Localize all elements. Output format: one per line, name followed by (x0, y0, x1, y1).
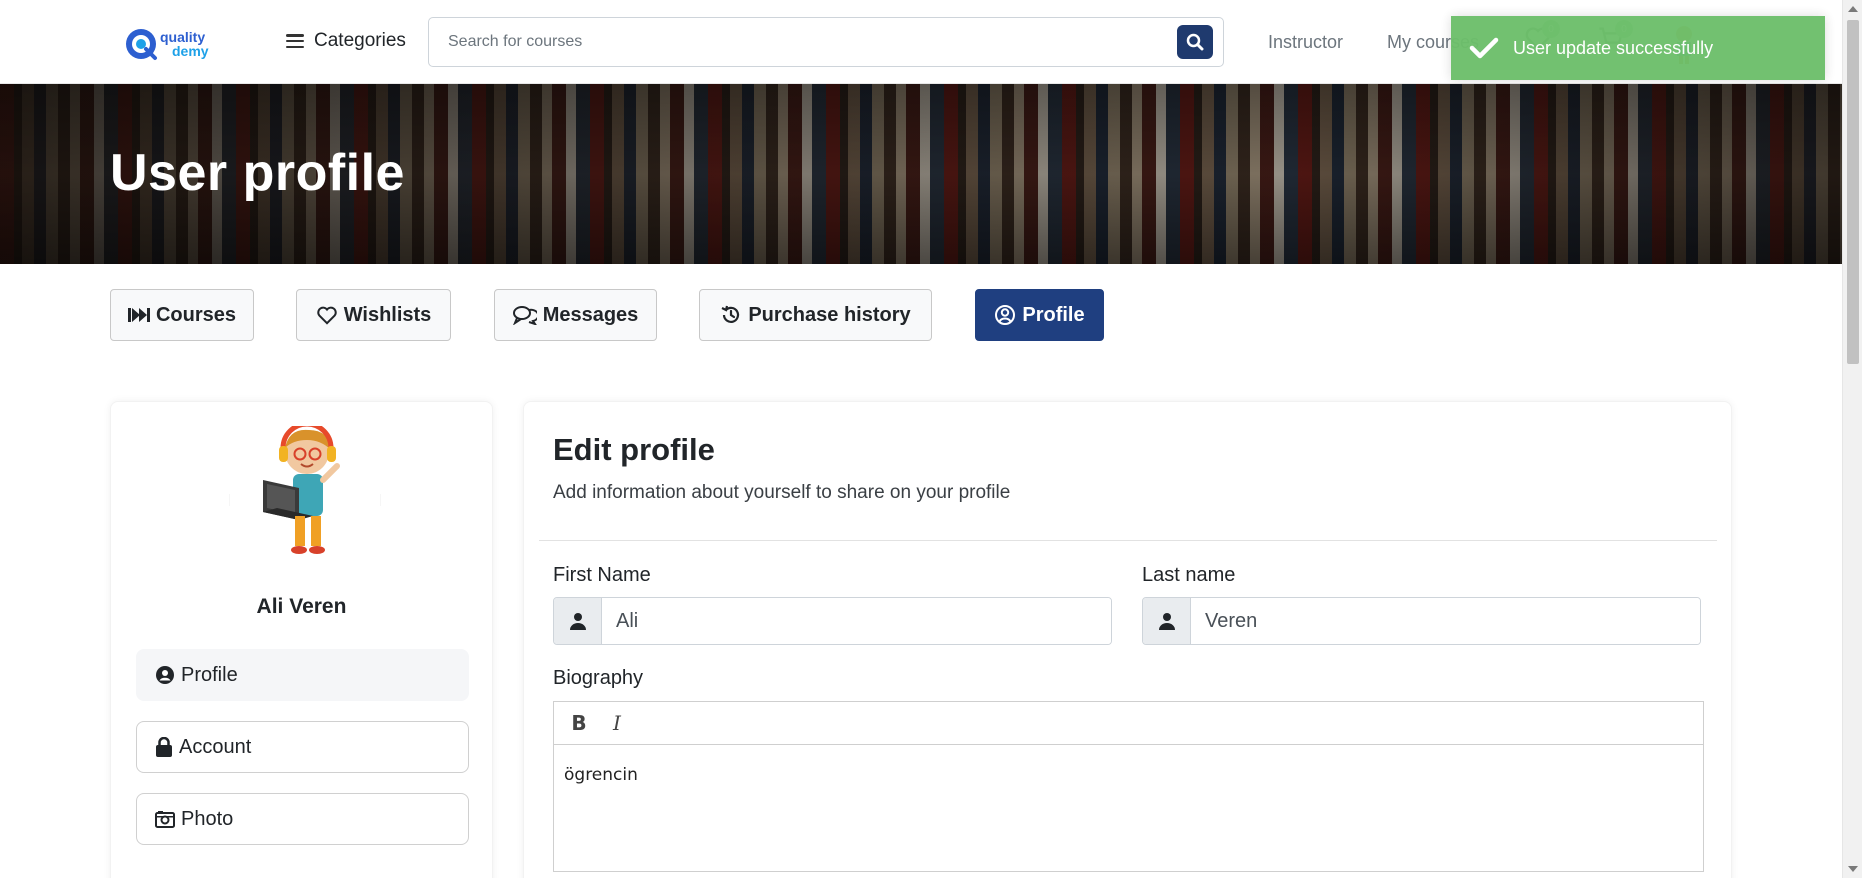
heart-icon (316, 306, 337, 325)
tab-profile[interactable]: Profile (975, 289, 1104, 341)
user-circle-icon (156, 666, 174, 684)
tab-messages-label: Messages (542, 303, 639, 326)
instructor-link[interactable]: Instructor (1268, 32, 1343, 53)
tab-courses[interactable]: Courses (110, 289, 254, 341)
last-name-field[interactable] (1191, 598, 1700, 644)
history-icon (721, 305, 740, 323)
categories-label: Categories (314, 30, 406, 51)
toast-message: User update successfully (1513, 37, 1714, 58)
italic-button[interactable]: I (602, 708, 632, 738)
last-name-label: Last name (1142, 564, 1236, 586)
page-scrollbar[interactable] (1842, 0, 1862, 878)
user-icon (554, 598, 602, 644)
search-input[interactable] (429, 18, 1169, 66)
tab-messages[interactable]: Messages (494, 289, 657, 341)
logo-icon (126, 29, 157, 60)
biography-label: Biography (553, 667, 644, 689)
profile-sidebar: Ali Veren Profile Account Photo (110, 401, 493, 878)
page-title: User profile (110, 144, 405, 202)
biography-editor[interactable]: ögrencin (553, 745, 1704, 872)
sidebar-item-photo[interactable]: Photo (136, 793, 469, 845)
hamburger-icon (286, 34, 304, 48)
section-subtitle: Add information about yourself to share … (553, 482, 1011, 503)
page-banner: User profile (0, 84, 1842, 264)
fast-forward-icon (127, 308, 150, 322)
success-toast[interactable]: User update successfully (1451, 16, 1825, 80)
first-name-label: First Name (553, 564, 651, 586)
tab-profile-label: Profile (1022, 303, 1085, 326)
sidebar-item-label: Photo (181, 807, 234, 830)
avatar (229, 426, 381, 554)
site-logo[interactable]: quality demy (124, 26, 216, 62)
comments-icon (512, 306, 537, 325)
sidebar-item-label: Account (179, 735, 252, 758)
logo-line-2: demy (172, 43, 209, 59)
lock-icon (156, 737, 172, 757)
tab-wishlists[interactable]: Wishlists (296, 289, 451, 341)
search-button[interactable] (1177, 25, 1213, 59)
checkmark-icon (1469, 37, 1499, 59)
categories-menu[interactable]: Categories (286, 30, 406, 52)
first-name-field[interactable] (602, 598, 1111, 644)
tab-purchase-history[interactable]: Purchase history (699, 289, 932, 341)
sidebar-item-account[interactable]: Account (136, 721, 469, 773)
sidebar-item-profile[interactable]: Profile (136, 649, 469, 701)
sidebar-item-label: Profile (181, 663, 238, 686)
section-title: Edit profile (553, 432, 715, 467)
user-name: Ali Veren (256, 595, 347, 618)
scrollbar-thumb[interactable] (1847, 20, 1859, 364)
logo-line-1: quality (160, 29, 206, 45)
tab-wishlists-label: Wishlists (343, 303, 432, 326)
scroll-down-arrow-icon[interactable] (1848, 866, 1858, 872)
tab-courses-label: Courses (155, 303, 237, 326)
first-name-group (553, 597, 1112, 645)
edit-profile-card: Edit profile Add information about yours… (523, 401, 1732, 878)
editor-toolbar: B I (553, 701, 1704, 745)
scroll-up-arrow-icon[interactable] (1848, 6, 1858, 12)
bold-button[interactable]: B (564, 708, 594, 738)
user-circle-icon (995, 305, 1016, 325)
camera-icon (155, 811, 175, 828)
last-name-group (1142, 597, 1701, 645)
search-bar (428, 17, 1224, 67)
divider (539, 540, 1717, 541)
search-icon (1186, 33, 1204, 51)
logo-wordmark: quality demy (160, 30, 209, 58)
user-icon (1143, 598, 1191, 644)
tab-purchase-history-label: Purchase history (748, 303, 911, 326)
